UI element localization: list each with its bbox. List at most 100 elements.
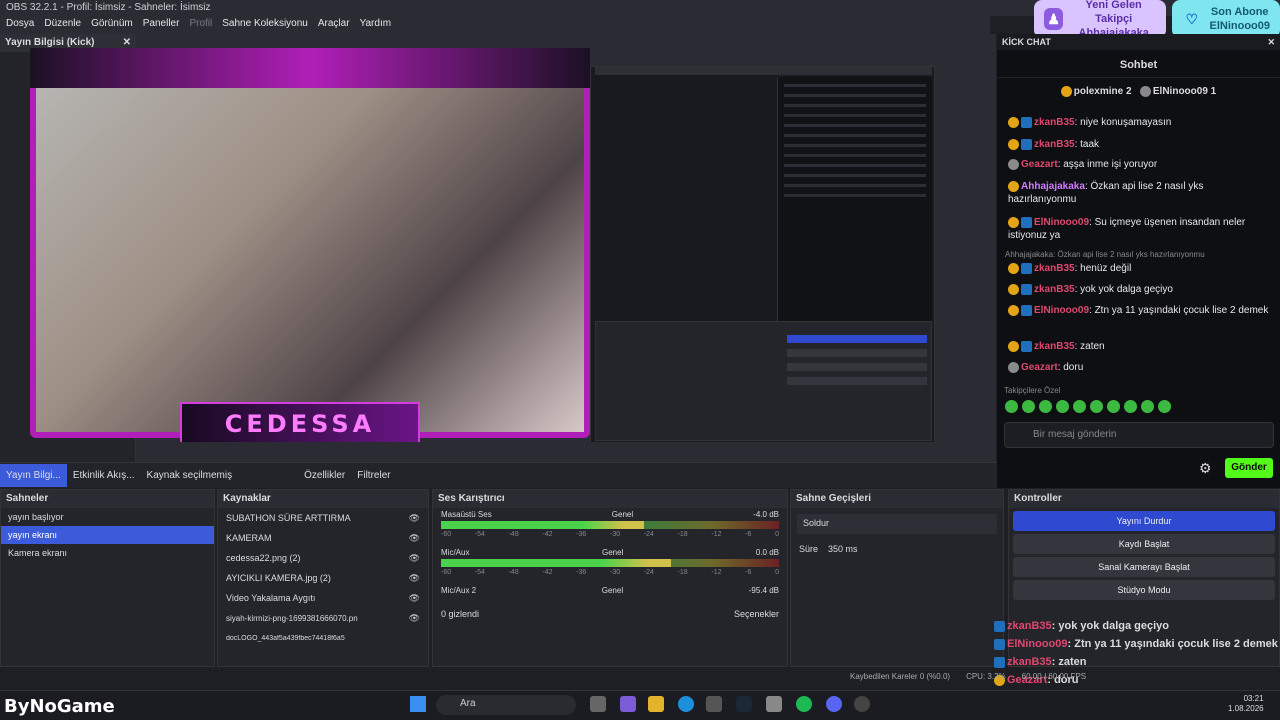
transitions-dock: Sahne Geçişleri Soldur Süre 350 ms: [790, 489, 1004, 667]
steam-icon[interactable]: [736, 696, 752, 712]
subscriber-alert-title: Son Abone: [1210, 6, 1269, 18]
duration-input[interactable]: 350 ms: [828, 544, 858, 554]
reply-preview: Ahhajajakaka: Özkan api lise 2 nasıl yks…: [1005, 250, 1205, 259]
chat-user[interactable]: ElNinooo09: [1034, 217, 1089, 228]
settings-icon[interactable]: [766, 696, 782, 712]
source-item[interactable]: AYICIKLI KAMERA.jpg (2) 👁: [218, 568, 428, 588]
menu-sahne-koleksiyonu[interactable]: Sahne Koleksiyonu: [222, 18, 308, 32]
emote-icon[interactable]: [1022, 400, 1035, 413]
eye-icon[interactable]: 👁: [409, 573, 420, 584]
store-icon[interactable]: [706, 696, 722, 712]
chat-message: zkanB35: taak: [1008, 138, 1270, 151]
volume-meter: [441, 521, 779, 529]
spotify-icon[interactable]: [796, 696, 812, 712]
menu-paneller[interactable]: Paneller: [143, 18, 180, 32]
chat-input[interactable]: Bir mesaj gönderin: [1004, 422, 1274, 448]
windows-start-icon[interactable]: [410, 696, 426, 712]
emote-icon[interactable]: [1056, 400, 1069, 413]
emote-icon[interactable]: [1005, 400, 1018, 413]
source-item[interactable]: siyah-kirmizi-png-1699381666070.pn 👁: [218, 608, 428, 628]
emote-icon[interactable]: [1158, 400, 1171, 413]
nested-control: [787, 349, 927, 357]
transition-select[interactable]: Soldur: [797, 514, 997, 534]
scenes-header: Sahneler: [1, 490, 214, 508]
chat-user[interactable]: zkanB35: [1034, 284, 1075, 295]
obs-icon[interactable]: [854, 696, 870, 712]
close-icon[interactable]: ✕: [1267, 37, 1275, 47]
channel-tag[interactable]: Genel: [612, 510, 633, 519]
kick-chat-header: KİCK CHAT ✕: [997, 34, 1280, 50]
start-recording-button[interactable]: Kaydı Başlat: [1013, 534, 1275, 554]
eye-icon[interactable]: 👁: [409, 513, 420, 524]
task-view-icon[interactable]: [590, 696, 606, 712]
camera-frame-top: [30, 48, 590, 88]
chat-user[interactable]: zkanB35: [1034, 117, 1075, 128]
chat-user[interactable]: zkanB35: [1034, 139, 1075, 150]
discord-icon[interactable]: [826, 696, 842, 712]
emote-icon[interactable]: [1090, 400, 1103, 413]
scene-item[interactable]: yayın ekranı: [1, 526, 214, 544]
chat-user[interactable]: Ahhajajakaka: [1021, 181, 1085, 192]
scene-item[interactable]: yayın başlıyor: [1, 508, 214, 526]
clock-time: 03:21: [1243, 694, 1264, 703]
tab-activity-feed[interactable]: Etkinlik Akış...: [67, 464, 141, 487]
webcam-feed: [30, 48, 590, 438]
taskbar-search[interactable]: Ara: [436, 695, 576, 715]
emote-icon[interactable]: [1039, 400, 1052, 413]
source-item[interactable]: docLOGO_443af5a439fbec74418f6a5: [218, 628, 428, 648]
source-label: docLOGO_443af5a439fbec74418f6a5: [226, 634, 345, 642]
options-button[interactable]: Seçenekler: [734, 609, 779, 619]
overlay-chat-text: : yok yok dalga geçiyo: [1051, 620, 1170, 632]
overlay-chat-user: zkanB35: [1007, 656, 1052, 668]
controls-header: Kontroller: [1009, 490, 1279, 508]
crown-icon: [1139, 86, 1151, 97]
source-item[interactable]: SUBATHON SÜRE ARTTIRMA 👁: [218, 508, 428, 528]
emote-icon[interactable]: [1124, 400, 1137, 413]
emote-icon[interactable]: [1073, 400, 1086, 413]
kick-badge-icon: [1021, 340, 1032, 352]
stop-stream-button[interactable]: Yayını Durdur: [1013, 511, 1275, 531]
menu-yardim[interactable]: Yardım: [360, 18, 392, 32]
chat-message: zkanB35: yok yok dalga geçiyo: [1008, 283, 1270, 296]
kick-badge-icon: [1021, 216, 1032, 228]
emote-icon[interactable]: [1141, 400, 1154, 413]
kick-badge-icon: [1021, 283, 1032, 295]
eye-icon[interactable]: 👁: [409, 593, 420, 604]
eye-icon[interactable]: 👁: [409, 533, 420, 544]
source-item[interactable]: Video Yakalama Aygıtı 👁: [218, 588, 428, 608]
eye-icon[interactable]: 👁: [409, 613, 420, 624]
channel-db: -95.4 dB: [748, 586, 779, 595]
start-virtual-camera-button[interactable]: Sanal Kamerayı Başlat: [1013, 557, 1275, 577]
channel-tag[interactable]: Genel: [602, 548, 623, 557]
filters-button[interactable]: Filtreler: [351, 464, 396, 487]
mixer-title: Ses Karıştırıcı: [438, 493, 505, 504]
menu-profil[interactable]: Profil: [189, 18, 212, 32]
chat-user[interactable]: Geazart: [1021, 159, 1058, 170]
gear-icon[interactable]: ⚙: [1199, 460, 1212, 477]
chat-user[interactable]: zkanB35: [1034, 263, 1075, 274]
chat-user[interactable]: ElNinooo09: [1034, 305, 1089, 316]
channel-name: Masaüstü Ses: [441, 510, 492, 519]
pinned-user[interactable]: ElNinooo09 1: [1153, 86, 1216, 97]
channel-tag[interactable]: Genel: [602, 586, 623, 595]
chat-user[interactable]: Geazart: [1021, 362, 1058, 373]
chat-user[interactable]: zkanB35: [1034, 341, 1075, 352]
menu-dosya[interactable]: Dosya: [6, 18, 34, 32]
pinned-user[interactable]: polexmine 2: [1074, 86, 1132, 97]
source-item[interactable]: KAMERAM 👁: [218, 528, 428, 548]
tab-stream-info[interactable]: Yayın Bilgi...: [0, 464, 67, 487]
menu-araclar[interactable]: Araçlar: [318, 18, 350, 32]
menu-gorunum[interactable]: Görünüm: [91, 18, 133, 32]
properties-button[interactable]: Özellikler: [298, 464, 351, 487]
studio-mode-button[interactable]: Stüdyo Modu: [1013, 580, 1275, 600]
file-explorer-icon[interactable]: [648, 696, 664, 712]
emote-icon[interactable]: [1107, 400, 1120, 413]
send-button[interactable]: Gönder: [1225, 458, 1273, 478]
menu-duzenle[interactable]: Düzenle: [44, 18, 81, 32]
eye-icon[interactable]: 👁: [409, 553, 420, 564]
edge-icon[interactable]: [678, 696, 694, 712]
copilot-icon[interactable]: [620, 696, 636, 712]
scene-item[interactable]: Kamera ekranı: [1, 544, 214, 562]
source-item[interactable]: cedessa22.png (2) 👁: [218, 548, 428, 568]
streamer-nameplate: CEDESSA: [180, 402, 420, 446]
